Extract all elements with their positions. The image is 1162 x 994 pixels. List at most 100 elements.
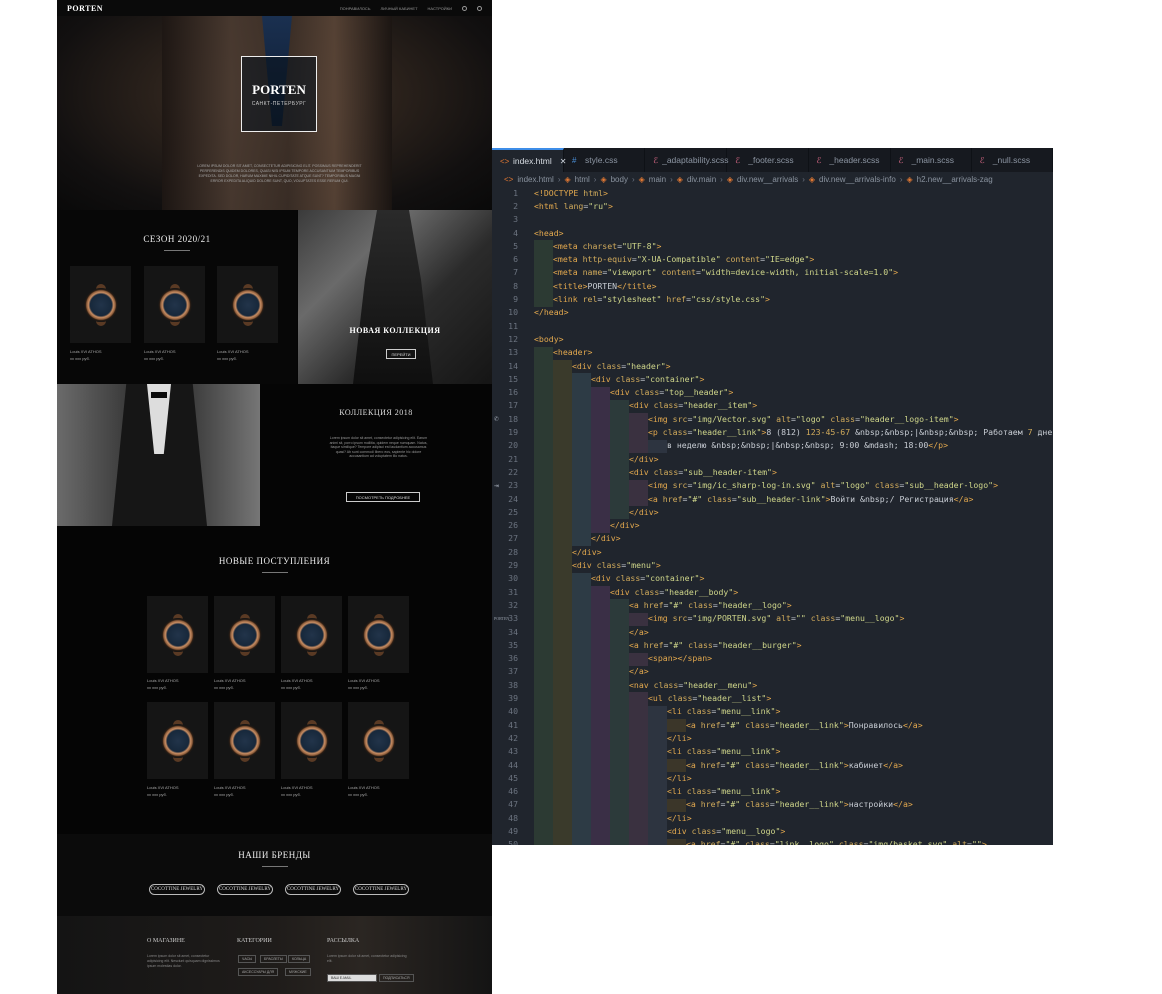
nav-link-account[interactable]: ЛИЧНЫЙ КАБИНЕТ <box>380 6 417 11</box>
element-icon: ◈ <box>906 174 913 184</box>
code-text: <div class="top__header"> <box>610 387 734 398</box>
product-card[interactable] <box>144 266 205 343</box>
product-card[interactable] <box>147 702 208 779</box>
email-input[interactable]: ВАШ E-MAIL <box>327 974 377 982</box>
code-text: </li> <box>667 732 692 743</box>
product-card[interactable] <box>348 596 409 673</box>
line-number: 39 <box>508 693 518 704</box>
indent-guide <box>534 346 553 845</box>
code-text: </a> <box>629 626 649 637</box>
watch-image <box>227 723 262 758</box>
line-number: 16 <box>508 387 518 398</box>
line-number: 6 <box>513 254 518 265</box>
category-tag[interactable]: БРАСЛЕТЫ <box>260 955 287 963</box>
product-card[interactable] <box>348 702 409 779</box>
breadcrumb-item[interactable]: html <box>575 175 590 184</box>
watch-image <box>83 287 118 322</box>
indent-guide <box>667 758 686 773</box>
product-price: xx xxx руб. <box>348 685 368 690</box>
category-tag[interactable]: АКСЕССУАРЫ ДЛЯ <box>238 968 279 976</box>
product-name: Louis XVI ATHOS <box>348 678 380 683</box>
tab-label: _header.scss <box>829 155 880 165</box>
site-footer: О МАГАЗИНЕ Lorem ipsum dolor sit amet, c… <box>57 916 492 994</box>
cart-icon[interactable] <box>462 5 467 11</box>
line-number: 8 <box>513 280 518 291</box>
tab-index-html[interactable]: <> index.html ✕ <box>492 148 566 172</box>
watch-image <box>294 723 329 758</box>
code-text: </head> <box>534 307 569 318</box>
breadcrumb-item[interactable]: div.new__arrivals-info <box>819 175 896 184</box>
product-card[interactable] <box>281 702 342 779</box>
product-card[interactable] <box>147 596 208 673</box>
breadcrumb-item[interactable]: body <box>611 175 628 184</box>
element-icon: ◈ <box>600 174 607 184</box>
category-tag[interactable]: ЧАСЫ <box>238 955 257 963</box>
breadcrumb-item[interactable]: h2.new__arrivals-zag <box>917 175 993 184</box>
hero-logo-box: PORTEN САНКТ-ПЕТЕРБУРГ <box>241 56 317 132</box>
brands-title: НАШИ БРЕНДЫ <box>238 850 311 860</box>
product-card[interactable] <box>217 266 278 343</box>
code-text: <body> <box>534 333 564 344</box>
indent-guide <box>591 386 610 533</box>
tab-main-scss[interactable]: ℰ _main.scss <box>891 148 972 172</box>
brand-logo[interactable]: COCOTTINE JEWELRY <box>149 884 205 895</box>
product-card[interactable] <box>70 266 131 343</box>
line-number: 21 <box>508 453 518 464</box>
tab-style-css[interactable]: # style.css <box>564 148 646 172</box>
collection-2018-section: КОЛЛЕКЦИЯ 2018 Lorem ipsum dolor sit ame… <box>260 384 492 526</box>
watch-image <box>230 287 265 322</box>
tab-footer-scss[interactable]: ℰ _footer.scss <box>727 148 809 172</box>
breadcrumb-item[interactable]: main <box>649 175 666 184</box>
site-logo[interactable]: PORTEN <box>67 4 103 13</box>
product-price: xx xxx руб. <box>70 356 90 361</box>
line-number: 4 <box>513 227 518 238</box>
line-number: 9 <box>513 294 518 305</box>
tab-header-scss[interactable]: ℰ _header.scss <box>809 148 891 172</box>
brand-logo[interactable]: COCOTTINE JEWELRY <box>353 884 409 895</box>
html-icon: <> <box>504 174 514 184</box>
code-text: <li class="menu__link"> <box>667 786 781 797</box>
code-text: <html lang="ru"> <box>534 200 613 211</box>
code-text: <li class="menu__link"> <box>667 706 781 717</box>
product-name: Louis XVI ATHOS <box>144 349 176 354</box>
breadcrumb-item[interactable]: div.new__arrivals <box>737 175 798 184</box>
bow-tie <box>151 392 167 398</box>
view-more-button[interactable]: ПОСМОТРЕТЬ ПОДРОБНЕЕ <box>346 492 420 502</box>
code-text: <meta name="viewport" content="width=dev… <box>553 267 899 278</box>
hero-logo-title: PORTEN <box>252 81 306 97</box>
brand-logo[interactable]: COCOTTINE JEWELRY <box>217 884 273 895</box>
code-text: <nav class="header__menu"> <box>629 679 758 690</box>
nav-link-liked[interactable]: ПОНРАВИЛОСЬ <box>340 6 371 11</box>
breadcrumb-item[interactable]: index.html <box>517 175 553 184</box>
code-text: <div class="header__body"> <box>610 586 739 597</box>
product-card[interactable] <box>281 596 342 673</box>
line-number: 20 <box>508 440 518 451</box>
product-card[interactable] <box>214 702 275 779</box>
line-number: 22 <box>508 466 518 477</box>
search-icon[interactable] <box>477 5 482 11</box>
go-button[interactable]: ПЕРЕЙТИ <box>386 349 416 359</box>
tab-adaptability-scss[interactable]: ℰ _adaptability.scss <box>645 148 729 172</box>
product-price: xx xxx руб. <box>147 792 167 797</box>
category-tag[interactable]: МУЖСКИЕ <box>285 968 311 976</box>
indent-guide <box>572 572 591 845</box>
brands-section: НАШИ БРЕНДЫ COCOTTINE JEWELRY COCOTTINE … <box>57 834 492 916</box>
line-number: 13 <box>508 347 518 358</box>
nav-link-settings[interactable]: НАСТРОЙКИ <box>428 6 452 11</box>
code-text: <img src="img/Vector.svg" alt="logo" cla… <box>648 413 959 424</box>
css-icon: # <box>572 155 577 165</box>
category-tag[interactable]: КОЛЬЦА <box>288 955 311 963</box>
subscribe-button[interactable]: ПОДПИСАТЬСЯ <box>379 974 414 982</box>
element-icon: ◈ <box>564 174 571 184</box>
product-card[interactable] <box>214 596 275 673</box>
breadcrumb-item[interactable]: div.main <box>687 175 716 184</box>
brand-logo[interactable]: COCOTTINE JEWELRY <box>285 884 341 895</box>
code-text: </div> <box>629 453 659 464</box>
tab-null-scss[interactable]: ℰ _null.scss <box>972 148 1053 172</box>
product-name: Louis XVI ATHOS <box>281 678 313 683</box>
hero-banner: PORTEN САНКТ-ПЕТЕРБУРГ LOREM IPSUM DOLOR… <box>57 16 492 210</box>
new-arrivals-section: НОВЫЕ ПОСТУПЛЕНИЯ Louis XVI ATHOS xx xxx … <box>57 526 492 834</box>
tab-label: _null.scss <box>992 155 1031 165</box>
code-text: <a href="#" class="header__link">кабинет… <box>686 759 903 770</box>
code-text: <meta charset="UTF-8"> <box>553 240 662 251</box>
